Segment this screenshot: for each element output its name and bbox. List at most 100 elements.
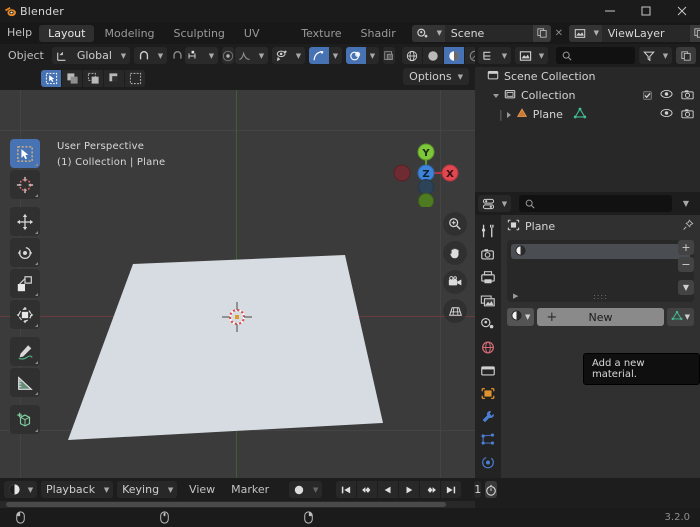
chevron-down-icon[interactable]: ▼ bbox=[590, 24, 602, 42]
select-invert-button[interactable] bbox=[104, 70, 124, 87]
output-tab[interactable] bbox=[477, 269, 499, 285]
tab-shading[interactable]: Shadir bbox=[352, 25, 405, 42]
tool-tab[interactable] bbox=[477, 223, 499, 239]
stopwatch-icon[interactable] bbox=[485, 481, 498, 498]
prev-keyframe-button[interactable] bbox=[357, 481, 378, 498]
playback-menu[interactable]: Playback ▼ bbox=[41, 481, 114, 498]
camera-icon[interactable] bbox=[681, 89, 694, 103]
scene-unlink-button[interactable]: ✕ bbox=[551, 25, 567, 42]
pan-hand-icon[interactable] bbox=[443, 241, 467, 265]
properties-editor-type-button[interactable]: ▼ bbox=[478, 195, 511, 212]
scene-name[interactable]: Scene bbox=[445, 25, 533, 42]
add-cube-tool[interactable] bbox=[10, 405, 40, 434]
snap-magnet-toggle[interactable] bbox=[171, 47, 184, 64]
minimize-button[interactable] bbox=[592, 0, 628, 22]
physics-tab[interactable] bbox=[477, 455, 499, 471]
snap-target-selector[interactable]: ▼ bbox=[133, 47, 167, 64]
select-set-button[interactable] bbox=[41, 70, 61, 87]
timeline-view-menu[interactable]: View bbox=[181, 483, 223, 496]
keying-menu[interactable]: Keying ▼ bbox=[117, 481, 178, 498]
new-material-button[interactable]: + New bbox=[537, 308, 664, 326]
properties-options-chevron[interactable]: ▼ bbox=[676, 195, 696, 212]
object-mode-label[interactable]: Object bbox=[4, 49, 52, 62]
tab-texture-paint[interactable]: Texture Paint bbox=[292, 25, 350, 57]
browse-material-button[interactable]: ▼ bbox=[507, 308, 535, 326]
play-reverse-button[interactable] bbox=[378, 481, 399, 498]
collection-tab[interactable] bbox=[477, 362, 499, 378]
outliner-search-input[interactable] bbox=[556, 47, 635, 64]
overlays-selector[interactable]: ▼ bbox=[345, 47, 379, 64]
material-slot-item[interactable] bbox=[511, 244, 690, 259]
outliner-row-plane[interactable]: | Plane bbox=[475, 105, 700, 124]
view-layer-name[interactable]: ViewLayer bbox=[602, 25, 690, 42]
xray-toggle[interactable] bbox=[382, 47, 395, 64]
resize-grip[interactable]: :::: bbox=[593, 292, 608, 301]
navigation-gizmo[interactable]: Y Z X bbox=[392, 139, 460, 209]
snap-mode-selector[interactable]: ▼ bbox=[184, 47, 218, 64]
gizmo-selector[interactable]: ▼ bbox=[308, 47, 342, 64]
pin-icon[interactable] bbox=[682, 218, 694, 234]
next-keyframe-button[interactable] bbox=[420, 481, 441, 498]
scale-tool[interactable] bbox=[10, 269, 40, 298]
annotate-tool[interactable] bbox=[10, 337, 40, 366]
zoom-icon[interactable] bbox=[443, 212, 467, 236]
timeline-editor-type-button[interactable]: ▼ bbox=[4, 481, 37, 498]
select-subtract-button[interactable] bbox=[83, 70, 103, 87]
object-tab[interactable] bbox=[477, 385, 499, 401]
outliner-new-collection-button[interactable] bbox=[676, 47, 696, 64]
transform-tool[interactable] bbox=[10, 300, 40, 329]
shading-solid-button[interactable] bbox=[422, 47, 443, 64]
view-layer-tab[interactable] bbox=[477, 293, 499, 309]
tab-layout[interactable]: Layout bbox=[39, 24, 95, 42]
outliner-row-collection[interactable]: Collection bbox=[475, 86, 700, 105]
close-button[interactable] bbox=[664, 0, 700, 22]
eye-icon[interactable] bbox=[660, 89, 673, 102]
proportional-edit-toggle[interactable] bbox=[221, 47, 234, 64]
ortho-perspective-icon[interactable] bbox=[443, 299, 467, 323]
shading-wireframe-button[interactable] bbox=[401, 47, 422, 64]
world-tab[interactable] bbox=[477, 339, 499, 355]
mesh-data-icon[interactable] bbox=[573, 107, 587, 122]
tweak-select-box-tool[interactable] bbox=[10, 139, 40, 168]
timeline-marker-menu[interactable]: Marker bbox=[223, 483, 277, 496]
chevron-down-icon[interactable]: ▼ bbox=[433, 24, 445, 42]
move-tool[interactable] bbox=[10, 207, 40, 236]
collection-checkbox[interactable] bbox=[643, 91, 652, 100]
play-button[interactable] bbox=[399, 481, 420, 498]
camera-icon[interactable] bbox=[681, 108, 694, 122]
material-slot-list[interactable]: ▶ :::: bbox=[507, 240, 694, 302]
menu-help[interactable]: Help bbox=[0, 22, 39, 44]
current-frame-field[interactable]: 1 bbox=[474, 481, 482, 498]
scene-icon[interactable] bbox=[411, 24, 434, 42]
outliner-filter-button[interactable]: ▼ bbox=[639, 47, 672, 64]
camera-view-icon[interactable] bbox=[443, 270, 467, 294]
transform-orientation-selector[interactable]: Global ▼ bbox=[51, 47, 130, 64]
modifier-tab[interactable] bbox=[477, 409, 499, 425]
cursor-tool[interactable] bbox=[10, 170, 40, 199]
slot-expand-arrow[interactable]: ▶ bbox=[513, 292, 518, 300]
jump-to-end-button[interactable] bbox=[441, 481, 462, 498]
outliner-display-mode-button[interactable]: ▼ bbox=[515, 47, 548, 64]
expand-triangle-icon[interactable] bbox=[493, 93, 499, 98]
tab-uv-editing[interactable]: UV Editing bbox=[235, 25, 291, 57]
select-extend-button[interactable] bbox=[62, 70, 82, 87]
viewport-options-button[interactable]: Options ▼ bbox=[403, 68, 469, 85]
measure-tool[interactable] bbox=[10, 368, 40, 397]
tab-modeling[interactable]: Modeling bbox=[95, 25, 163, 42]
shading-material-preview-button[interactable] bbox=[443, 47, 464, 64]
particles-tab[interactable] bbox=[477, 432, 499, 448]
scene-duplicate-icon[interactable] bbox=[532, 24, 551, 42]
add-material-slot-button[interactable]: + bbox=[678, 240, 694, 255]
material-slot-specials-button[interactable]: ▼ bbox=[678, 280, 694, 295]
viewlayer-icon[interactable] bbox=[568, 24, 591, 42]
falloff-selector[interactable]: ▼ bbox=[234, 47, 268, 64]
select-difference-button[interactable] bbox=[125, 70, 145, 87]
material-data-button[interactable]: ▼ bbox=[666, 308, 694, 326]
remove-material-slot-button[interactable]: − bbox=[678, 257, 694, 272]
auto-keying-toggle[interactable]: ▼ bbox=[289, 481, 323, 498]
visibility-selector[interactable]: ▼ bbox=[271, 47, 305, 64]
outliner-editor-type-button[interactable]: ▼ bbox=[478, 47, 511, 64]
properties-search-input[interactable] bbox=[519, 195, 672, 212]
outliner-row-scene-collection[interactable]: Scene Collection bbox=[475, 67, 700, 86]
expand-triangle-icon[interactable] bbox=[506, 111, 511, 118]
